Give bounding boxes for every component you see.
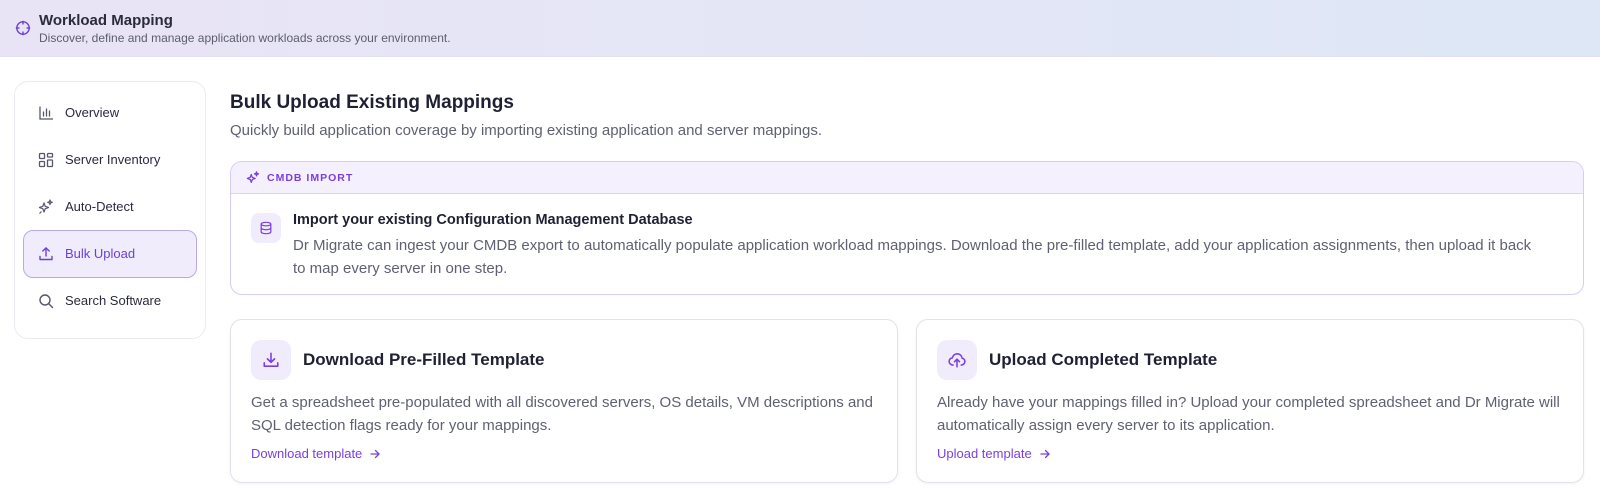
sparkles-icon: [246, 171, 260, 183]
crosshair-icon: [15, 20, 31, 36]
sidebar-item-label: Server Inventory: [65, 152, 161, 167]
cmdb-import-panel: CMDB IMPORT Import your existing Configu…: [230, 161, 1584, 295]
link-label: Upload template: [937, 446, 1032, 461]
page-title: Bulk Upload Existing Mappings: [230, 92, 514, 113]
sidebar-item-bulk-upload[interactable]: Bulk Upload: [23, 230, 197, 278]
cmdb-badge: CMDB IMPORT: [267, 172, 354, 184]
sidebar-item-label: Overview: [65, 105, 120, 120]
cmdb-description: Dr Migrate can ingest your CMDB export t…: [293, 237, 1532, 277]
database-icon: [260, 221, 272, 235]
sidebar-item-label: Auto-Detect: [65, 199, 134, 214]
upload-template-card: Upload Completed Template Already have y…: [916, 319, 1584, 483]
cloud-upload-icon: [948, 353, 966, 368]
card-description: Get a spreadsheet pre-populated with all…: [251, 394, 873, 434]
arrow-right-icon: [370, 449, 380, 458]
sidebar: Overview Server Inventory Auto-Detect Bu…: [14, 81, 206, 339]
sidebar-item-overview[interactable]: Overview: [23, 89, 197, 137]
card-description: Already have your mappings filled in? Up…: [937, 394, 1560, 434]
page-subtitle: Quickly build application coverage by im…: [230, 122, 822, 139]
download-icon-box: [251, 340, 291, 380]
cloud-upload-icon-box: [937, 340, 977, 380]
card-title: Download Pre-Filled Template: [303, 350, 545, 369]
app-subtitle: Discover, define and manage application …: [39, 31, 451, 45]
app-title: Workload Mapping: [39, 12, 173, 29]
grid-icon: [38, 152, 54, 168]
search-icon: [39, 294, 54, 309]
sparkles-icon: [38, 199, 53, 214]
arrow-right-icon: [1040, 449, 1050, 458]
sidebar-item-auto-detect[interactable]: Auto-Detect: [23, 183, 197, 231]
download-icon: [263, 352, 279, 367]
download-template-link[interactable]: Download template: [251, 446, 381, 461]
card-title: Upload Completed Template: [989, 350, 1218, 369]
download-template-card: Download Pre-Filled Template Get a sprea…: [230, 319, 898, 483]
bar-chart-icon: [39, 106, 54, 120]
sidebar-item-server-inventory[interactable]: Server Inventory: [23, 136, 197, 184]
sidebar-item-label: Bulk Upload: [65, 246, 136, 261]
sidebar-item-search-software[interactable]: Search Software: [23, 277, 197, 325]
page-header: Workload Mapping Discover, define and ma…: [0, 0, 1600, 57]
database-icon-box: [251, 213, 281, 243]
cmdb-banner: CMDB IMPORT: [231, 162, 1583, 194]
upload-icon: [39, 247, 53, 261]
link-label: Download template: [251, 446, 363, 461]
upload-template-link[interactable]: Upload template: [937, 446, 1051, 461]
cmdb-title: Import your existing Configuration Manag…: [293, 212, 693, 228]
sidebar-item-label: Search Software: [65, 293, 162, 308]
